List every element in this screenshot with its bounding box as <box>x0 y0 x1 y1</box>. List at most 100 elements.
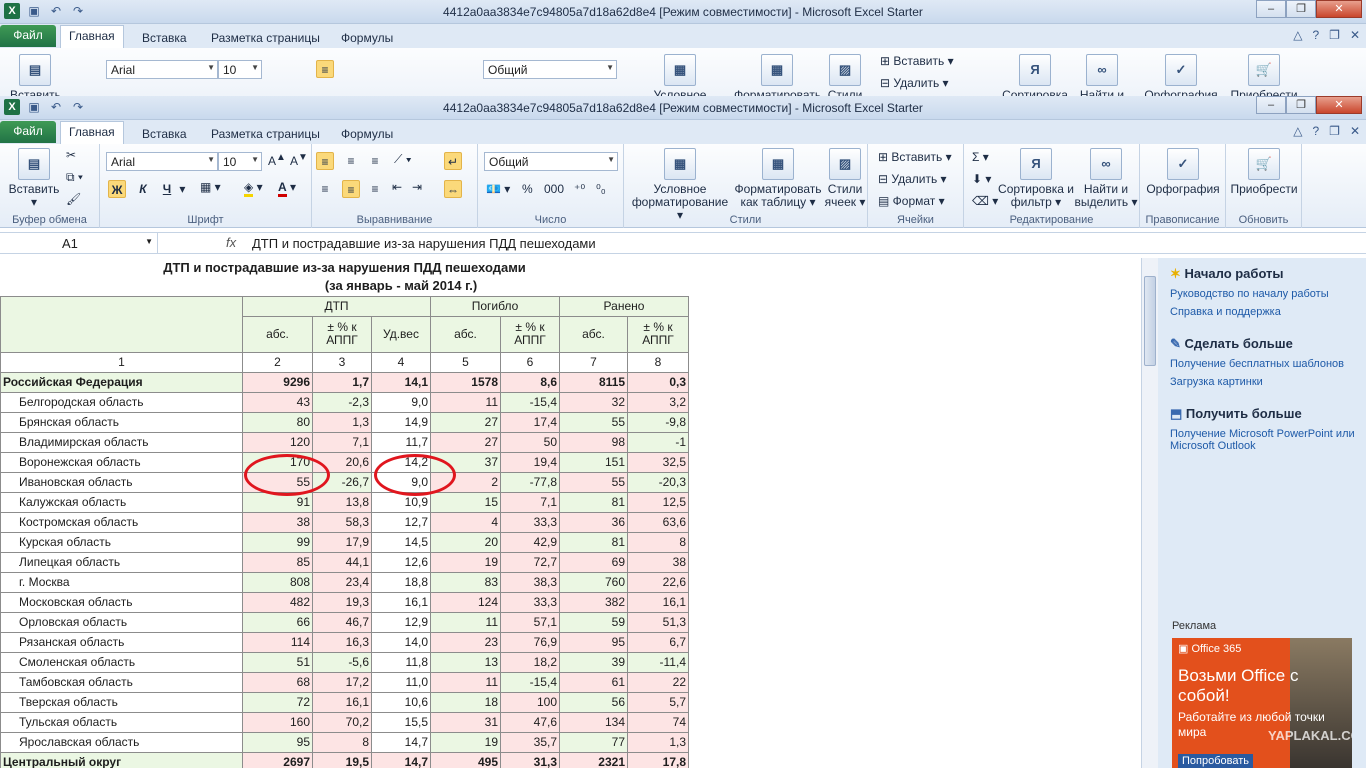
bold-button[interactable]: Ж <box>108 180 126 198</box>
data-cell[interactable]: 8,6 <box>500 371 560 393</box>
vertical-scrollbar[interactable] <box>1141 258 1158 768</box>
delete-cells-button[interactable]: ⊟ Удалить ▾ <box>878 172 947 186</box>
link-powerpoint-outlook[interactable]: Получение Microsoft PowerPoint или Micro… <box>1170 428 1358 452</box>
data-cell[interactable]: 14,9 <box>371 411 431 433</box>
data-cell[interactable]: 19,5 <box>312 751 372 768</box>
copy-icon[interactable]: ⧉ ▾ <box>66 170 83 185</box>
data-cell[interactable]: 33,3 <box>500 511 560 533</box>
cut-icon[interactable]: ✂ <box>66 148 76 162</box>
decrease-decimal-icon[interactable]: ⁰₀ <box>596 182 606 196</box>
data-cell[interactable]: -5,6 <box>312 651 372 673</box>
data-cell[interactable]: 61 <box>559 671 628 693</box>
data-cell[interactable]: 20 <box>430 531 501 553</box>
find-select-button[interactable]: ∞ Найти и <box>1074 54 1130 96</box>
data-cell[interactable]: 38 <box>242 511 313 533</box>
spelling-button[interactable]: ✓ Орфография <box>1144 148 1222 196</box>
name-box[interactable]: A1 ▼ <box>0 233 158 254</box>
region-name-cell[interactable]: Калужская область <box>0 491 243 513</box>
close-button[interactable]: ✕ <box>1316 96 1362 114</box>
data-cell[interactable]: 76,9 <box>500 631 560 653</box>
data-cell[interactable]: 31 <box>430 711 501 733</box>
conditional-format-button[interactable]: ▦ Условное форматирование ▾ <box>628 148 732 222</box>
data-cell[interactable]: 16,1 <box>371 591 431 613</box>
data-cell[interactable]: 23 <box>430 631 501 653</box>
region-name-cell[interactable]: Рязанская область <box>0 631 243 653</box>
data-cell[interactable]: 51 <box>242 651 313 673</box>
data-cell[interactable]: 4 <box>430 511 501 533</box>
data-cell[interactable]: 14,0 <box>371 631 431 653</box>
data-cell[interactable]: 9,0 <box>371 391 431 413</box>
decrease-indent-icon[interactable]: ⇤ <box>392 180 402 194</box>
worksheet[interactable]: ДТП и пострадавшие из-за нарушения ПДД п… <box>0 258 1141 768</box>
merge-center-button[interactable]: ⇔ <box>444 180 462 198</box>
data-cell[interactable]: 1,7 <box>312 371 372 393</box>
region-name-cell[interactable]: г. Москва <box>0 571 243 593</box>
data-cell[interactable]: 39 <box>559 651 628 673</box>
data-cell[interactable]: 95 <box>242 731 313 753</box>
purchase-button[interactable]: 🛒 Приобрести <box>1228 54 1300 96</box>
data-cell[interactable]: 57,1 <box>500 611 560 633</box>
formula-input[interactable]: ДТП и пострадавшие из-за нарушения ПДД п… <box>252 236 596 251</box>
data-cell[interactable]: 55 <box>559 471 628 493</box>
data-cell[interactable]: 23,4 <box>312 571 372 593</box>
region-name-cell[interactable]: Белгородская область <box>0 391 243 413</box>
data-cell[interactable]: 114 <box>242 631 313 653</box>
data-cell[interactable]: 124 <box>430 591 501 613</box>
scrollbar-thumb[interactable] <box>1144 276 1156 366</box>
data-cell[interactable]: 17,8 <box>627 751 689 768</box>
orientation-icon[interactable]: ⟋ ▾ <box>394 152 412 167</box>
data-cell[interactable]: 5,7 <box>627 691 689 713</box>
region-name-cell[interactable]: Костромская область <box>0 511 243 533</box>
data-cell[interactable]: 11 <box>430 671 501 693</box>
data-cell[interactable]: 17,4 <box>500 411 560 433</box>
office365-ad[interactable]: ▣ Office 365 Возьми Office с собой! Рабо… <box>1172 638 1352 768</box>
tab-file[interactable]: Файл <box>0 121 56 143</box>
link-getting-started-guide[interactable]: Руководство по началу работы <box>1170 288 1358 300</box>
tab-formulas[interactable]: Формулы <box>333 124 401 144</box>
data-cell[interactable]: 85 <box>242 551 313 573</box>
find-select-button[interactable]: ∞ Найти и выделить ▾ <box>1074 148 1138 209</box>
tab-insert[interactable]: Вставка <box>134 124 195 144</box>
data-cell[interactable]: 19,4 <box>500 451 560 473</box>
tab-home[interactable]: Главная <box>60 121 124 144</box>
wrap-text-button[interactable]: ↵ <box>444 152 462 170</box>
data-cell[interactable]: 63,6 <box>627 511 689 533</box>
data-cell[interactable]: 16,1 <box>312 691 372 713</box>
tab-page-layout[interactable]: Разметка страницы <box>203 124 328 144</box>
data-cell[interactable]: 74 <box>627 711 689 733</box>
font-color-icon[interactable]: A ▾ <box>278 180 296 197</box>
data-cell[interactable]: 14,7 <box>371 731 431 753</box>
region-name-cell[interactable]: Центральный округ <box>0 751 243 768</box>
data-cell[interactable]: 134 <box>559 711 628 733</box>
data-cell[interactable]: 12,6 <box>371 551 431 573</box>
align-left-icon[interactable]: ≡ <box>316 180 334 198</box>
region-name-cell[interactable]: Тамбовская область <box>0 671 243 693</box>
data-cell[interactable]: 98 <box>559 431 628 453</box>
data-cell[interactable]: 15,5 <box>371 711 431 733</box>
data-cell[interactable]: 10,6 <box>371 691 431 713</box>
maximize-button[interactable]: ❐ <box>1286 0 1316 18</box>
region-name-cell[interactable]: Орловская область <box>0 611 243 633</box>
data-cell[interactable]: 11,0 <box>371 671 431 693</box>
data-cell[interactable]: 38 <box>627 551 689 573</box>
data-cell[interactable]: 69 <box>559 551 628 573</box>
data-cell[interactable]: -9,8 <box>627 411 689 433</box>
autosum-icon[interactable]: Σ ▾ <box>972 150 989 164</box>
data-cell[interactable]: 72 <box>242 691 313 713</box>
insert-cells-button[interactable]: ⊞ Вставить ▾ <box>880 54 954 68</box>
data-cell[interactable]: 6,7 <box>627 631 689 653</box>
data-cell[interactable]: 18,8 <box>371 571 431 593</box>
font-name-combo[interactable]: Arial ▼ <box>106 60 218 79</box>
data-cell[interactable]: 160 <box>242 711 313 733</box>
fill-color-icon[interactable]: ◈ ▾ <box>244 180 263 197</box>
data-cell[interactable]: 760 <box>559 571 628 593</box>
data-cell[interactable]: 68 <box>242 671 313 693</box>
format-cells-button[interactable]: ▤ Формат ▾ <box>878 194 945 208</box>
collapse-icon[interactable]: △ <box>1293 28 1302 42</box>
region-name-cell[interactable]: Российская Федерация <box>0 371 243 393</box>
underline-button[interactable]: Ч ▾ <box>158 180 186 198</box>
data-cell[interactable]: 8115 <box>559 371 628 393</box>
link-free-templates[interactable]: Получение бесплатных шаблонов <box>1170 358 1358 370</box>
region-name-cell[interactable]: Брянская область <box>0 411 243 433</box>
increase-indent-icon[interactable]: ⇥ <box>412 180 422 194</box>
